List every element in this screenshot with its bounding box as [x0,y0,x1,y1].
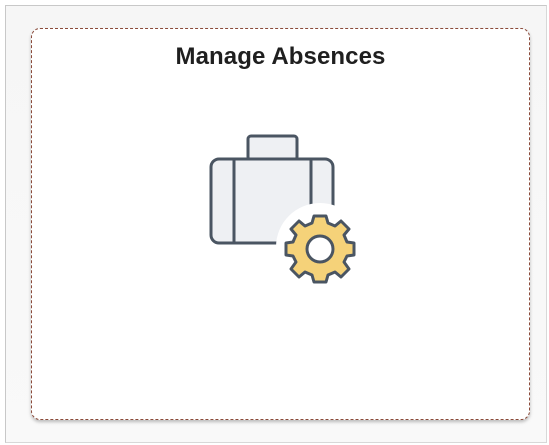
briefcase-gear-icon [204,131,364,291]
tile-title: Manage Absences [175,43,386,70]
manage-absences-tile[interactable]: Manage Absences [31,28,530,420]
